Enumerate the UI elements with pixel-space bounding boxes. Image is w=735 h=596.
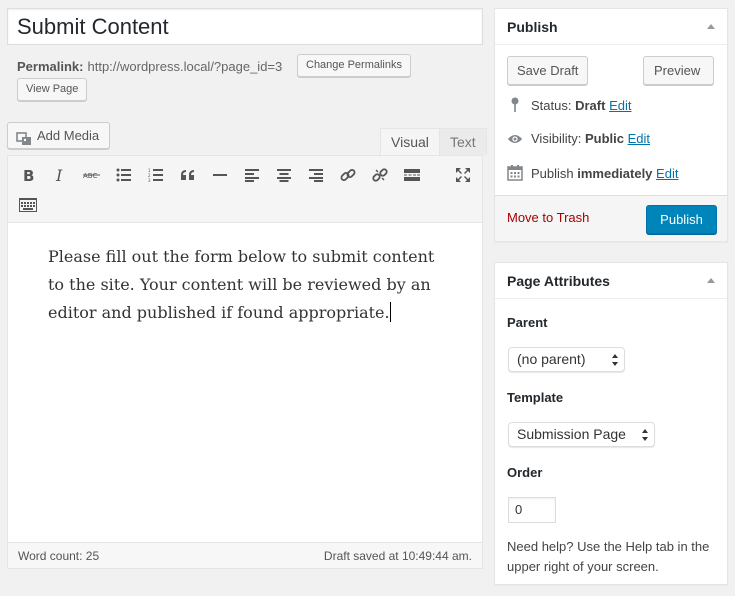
status-row: Status: Draft Edit — [507, 97, 631, 113]
schedule-row: Publish immediately Edit — [507, 165, 678, 181]
pin-icon — [507, 97, 523, 113]
align-left-icon[interactable] — [240, 163, 264, 187]
publish-actions: Move to Trash Publish — [495, 195, 727, 241]
order-label: Order — [507, 465, 543, 480]
draft-saved-status: Draft saved at 10:49:44 am. — [323, 548, 472, 563]
select-arrows-icon — [612, 354, 618, 366]
collapse-arrow-icon[interactable] — [707, 24, 715, 29]
permalink-url[interactable]: http://wordpress.local/?page_id=3 — [87, 59, 282, 74]
tab-text[interactable]: Text — [439, 128, 487, 155]
horizontal-rule-icon[interactable] — [208, 163, 232, 187]
template-label: Template — [507, 390, 564, 405]
numbered-list-icon[interactable]: 123 — [144, 163, 168, 187]
word-count: Word count: 25 — [18, 548, 100, 563]
svg-text:ABC: ABC — [83, 172, 97, 180]
visibility-row: Visibility: Public Edit — [507, 131, 650, 146]
permalink-label: Permalink: — [17, 58, 84, 74]
move-to-trash-link[interactable]: Move to Trash — [507, 210, 589, 225]
collapse-arrow-icon[interactable] — [707, 278, 715, 283]
toolbar-toggle-icon[interactable] — [16, 193, 40, 217]
unlink-icon[interactable] — [368, 163, 392, 187]
eye-icon — [507, 133, 523, 145]
edit-status-link[interactable]: Edit — [609, 98, 631, 113]
editor-text: Please fill out the form below to submit… — [48, 247, 435, 322]
visibility-value: Public — [584, 131, 624, 146]
template-select-value: Submission Page — [517, 426, 626, 442]
content-editor: B I ABC 123 Please fill out the form bel… — [7, 155, 483, 569]
page-attributes-header[interactable]: Page Attributes — [495, 263, 727, 299]
edit-visibility-link[interactable]: Edit — [628, 131, 650, 146]
status-value: Draft — [575, 97, 606, 113]
status-label: Status: — [531, 97, 572, 113]
edit-schedule-link[interactable]: Edit — [656, 166, 678, 181]
bold-icon[interactable]: B — [16, 163, 40, 187]
editor-toolbar: B I ABC 123 — [8, 156, 482, 223]
view-page-button[interactable]: View Page — [17, 78, 88, 101]
svg-text:3: 3 — [148, 178, 151, 182]
publish-panel-title: Publish — [507, 18, 558, 35]
change-permalinks-button[interactable]: Change Permalinks — [297, 54, 411, 77]
preview-button[interactable]: Preview — [643, 56, 714, 85]
align-right-icon[interactable] — [304, 163, 328, 187]
fullscreen-icon[interactable] — [451, 163, 475, 187]
publish-panel-header[interactable]: Publish — [495, 9, 727, 45]
publish-value: immediately — [577, 165, 653, 181]
help-text: Need help? Use the Help tab in the upper… — [507, 539, 710, 574]
text-caret — [389, 302, 391, 322]
permalink: Permalink: http://wordpress.local/?page_… — [17, 55, 282, 77]
strikethrough-icon[interactable]: ABC — [80, 163, 104, 187]
align-center-icon[interactable] — [272, 163, 296, 187]
publish-label: Publish — [531, 165, 574, 181]
tab-visual[interactable]: Visual — [380, 128, 440, 155]
svg-text:I: I — [55, 167, 63, 183]
publish-panel: Publish Save Draft Preview Status: Draft… — [494, 8, 728, 242]
select-arrows-icon — [642, 429, 648, 441]
parent-select-value: (no parent) — [517, 351, 586, 367]
page-attributes-title: Page Attributes — [507, 272, 610, 289]
visibility-label: Visibility: — [531, 131, 582, 146]
italic-icon[interactable]: I — [48, 163, 72, 187]
media-icon — [16, 129, 32, 145]
page-attributes-panel: Page Attributes Parent (no parent) Templ… — [494, 262, 728, 585]
add-media-button[interactable]: Add Media — [7, 122, 111, 149]
bullet-list-icon[interactable] — [112, 163, 136, 187]
add-media-label: Add Media — [37, 128, 100, 143]
link-icon[interactable] — [336, 163, 360, 187]
parent-label: Parent — [507, 315, 548, 330]
calendar-icon — [507, 165, 523, 181]
svg-text:B: B — [23, 167, 34, 183]
save-draft-button[interactable]: Save Draft — [507, 56, 589, 85]
template-select[interactable]: Submission Page — [508, 422, 655, 447]
title-input[interactable]: Submit Content — [7, 8, 483, 45]
editor-content[interactable]: Please fill out the form below to submit… — [48, 243, 448, 327]
publish-button[interactable]: Publish — [646, 205, 717, 234]
read-more-icon[interactable] — [400, 163, 424, 187]
editor-status-bar: Word count: 25 Draft saved at 10:49:44 a… — [8, 542, 482, 568]
parent-select[interactable]: (no parent) — [508, 347, 625, 372]
blockquote-icon[interactable] — [176, 163, 200, 187]
order-input[interactable]: 0 — [508, 497, 556, 523]
